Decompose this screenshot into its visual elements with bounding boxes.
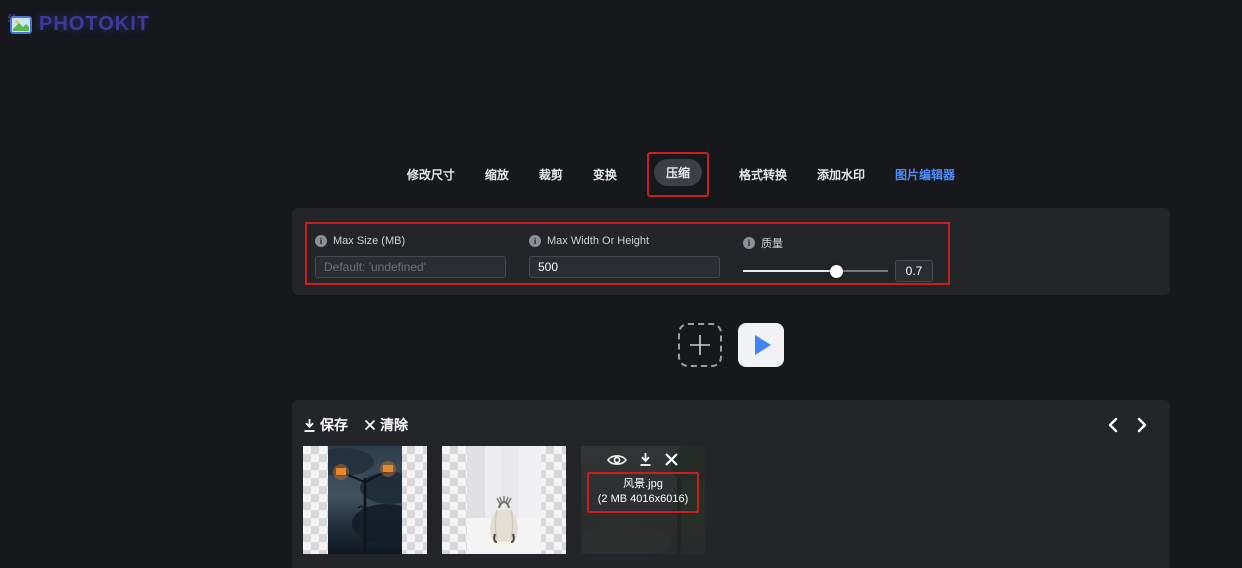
tab-transform[interactable]: 变换 (593, 166, 617, 183)
max-size-label-row: i Max Size (MB) (315, 235, 506, 247)
save-button[interactable]: 保存 (303, 415, 348, 435)
clear-label: 清除 (380, 417, 408, 433)
eye-icon[interactable] (607, 453, 627, 467)
gallery-toolbar: 保存 清除 (303, 415, 1148, 435)
gallery-nav (1107, 417, 1148, 433)
tab-compress-highlight-frame: 压缩 (646, 152, 709, 197)
tab-format-convert[interactable]: 格式转换 (739, 166, 787, 183)
max-width-height-label-row: i Max Width Or Height (529, 235, 720, 247)
max-size-input[interactable] (315, 256, 506, 278)
thumbnail-strip: 风景.jpg (2 MB 4016x6016) (303, 446, 705, 554)
file-info-badge: 风景.jpg (2 MB 4016x6016) (587, 472, 699, 513)
app-logo[interactable]: PHOTOKIT (8, 12, 150, 36)
max-width-height-input[interactable] (529, 256, 720, 278)
thumbnail-image (328, 446, 402, 554)
slider-handle[interactable] (830, 265, 844, 278)
clear-button[interactable]: 清除 (364, 415, 408, 435)
thumbnail-night-lamp[interactable] (303, 446, 427, 554)
thumbnail-overlay: 风景.jpg (2 MB 4016x6016) (581, 446, 705, 554)
chevron-left-icon[interactable] (1107, 417, 1119, 433)
max-size-label: Max Size (MB) (333, 235, 406, 247)
file-size-dimensions: (2 MB 4016x6016) (597, 492, 689, 505)
upload-row (292, 323, 1170, 367)
max-width-height-label: Max Width Or Height (547, 235, 650, 247)
gallery-panel: 保存 清除 风景.jpg (2 MB 4016x6016) (292, 400, 1170, 568)
overlay-icon-row (581, 452, 705, 467)
run-compress-button[interactable] (738, 323, 784, 367)
quality-label-row: i 质量 (743, 235, 934, 251)
thumbnail-white-bag[interactable] (442, 446, 566, 554)
max-width-height-field: i Max Width Or Height (529, 235, 720, 278)
quality-value-input[interactable] (895, 260, 933, 282)
play-icon (755, 335, 771, 355)
logo-icon (8, 12, 34, 36)
tab-resize[interactable]: 修改尺寸 (407, 166, 455, 183)
plus-icon (687, 332, 713, 358)
chevron-right-icon[interactable] (1136, 417, 1148, 433)
tab-compress-active[interactable]: 压缩 (653, 159, 702, 186)
info-icon: i (315, 235, 327, 247)
tab-image-editor-link[interactable]: 图片编辑器 (895, 166, 955, 183)
tab-watermark[interactable]: 添加水印 (817, 166, 865, 183)
slider-fill (743, 270, 838, 272)
tab-crop[interactable]: 裁剪 (539, 166, 563, 183)
close-icon[interactable] (664, 452, 679, 467)
quality-label: 质量 (761, 238, 783, 250)
compress-settings-panel: i Max Size (MB) i Max Width Or Height i … (292, 208, 1170, 295)
logo-text: PHOTOKIT (39, 12, 150, 35)
file-name: 风景.jpg (623, 478, 663, 490)
info-icon: i (743, 237, 755, 249)
download-icon[interactable] (639, 452, 652, 467)
quality-field: i 质量 (743, 235, 934, 282)
close-icon (364, 419, 376, 431)
tab-bar: 修改尺寸 缩放 裁剪 变换 压缩 格式转换 添加水印 图片编辑器 (292, 152, 1170, 197)
save-label: 保存 (320, 417, 348, 433)
quality-slider[interactable] (743, 264, 888, 278)
download-icon (303, 418, 316, 433)
add-image-button[interactable] (678, 323, 722, 367)
tab-scale[interactable]: 缩放 (485, 166, 509, 183)
max-size-field: i Max Size (MB) (315, 235, 506, 278)
thumbnail-landscape-selected[interactable]: 风景.jpg (2 MB 4016x6016) (581, 446, 705, 554)
info-icon: i (529, 235, 541, 247)
thumbnail-image (467, 446, 541, 554)
